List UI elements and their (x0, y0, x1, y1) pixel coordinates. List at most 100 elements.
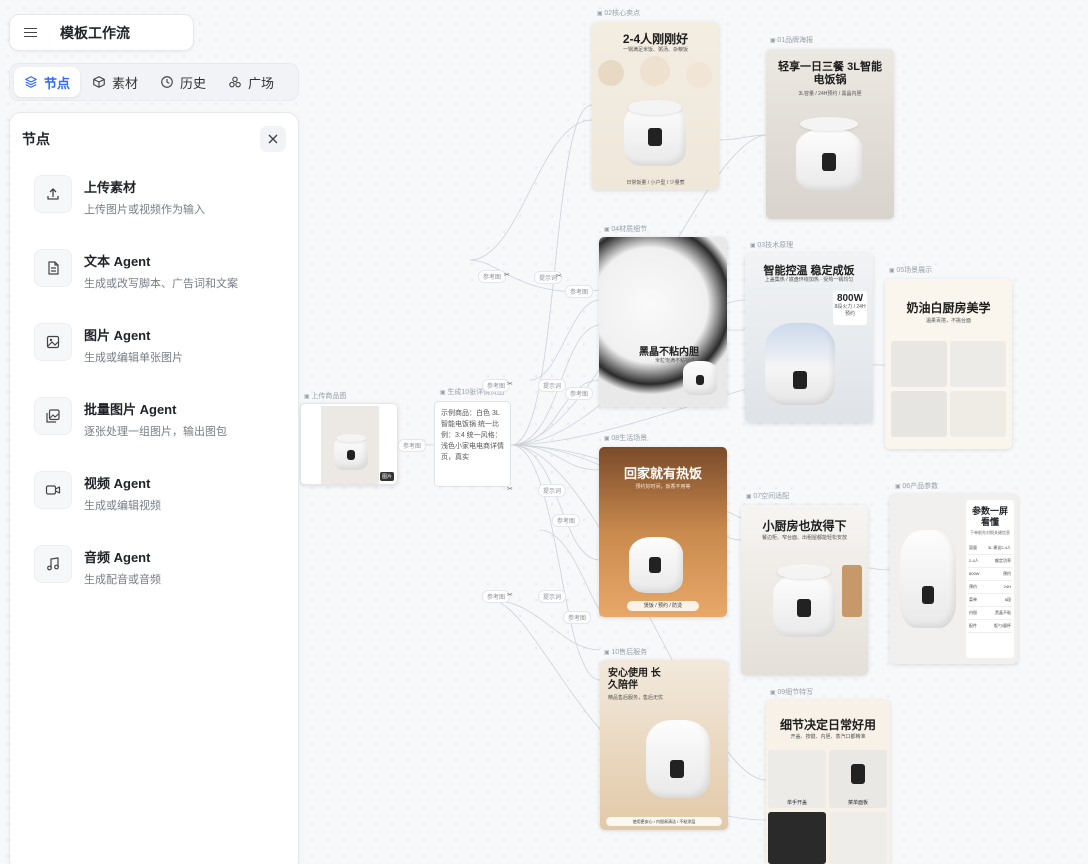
card-08-footer: 煲饭 / 预约 / 防烫 (627, 601, 699, 611)
scissor-icon[interactable]: ✂ (556, 272, 562, 280)
tab-label: 节点 (44, 75, 71, 91)
edge-chip: 参考图 (563, 611, 592, 624)
node-desc: 生成或编辑单张图片 (84, 352, 183, 364)
card-03[interactable]: 智能控温 稳定成饭 上盖集热 / 底盘环绕加热 · 受热一锅均匀 800W 8段… (745, 253, 873, 423)
images-icon (46, 409, 60, 423)
edge-chip: 提示词 (538, 484, 567, 497)
card-09-detail2: 菜单面板 (847, 800, 868, 806)
cooker-image (796, 116, 862, 191)
tab-materials[interactable]: 素材 (82, 67, 148, 97)
workflow-title: 模板工作流 (60, 24, 130, 41)
cooker-image (900, 530, 956, 628)
edge-chip: 参考图 (565, 285, 594, 298)
card-03-sub: 上盖集热 / 底盘环绕加热 · 受热一锅均匀 (764, 277, 854, 283)
card-07[interactable]: 小厨房也放得下 餐边柜、窄台面、出租屋都能轻松安放 (741, 505, 868, 675)
param-row: 配件 饭勺/量杯 (968, 620, 1012, 633)
node-title: 上传素材 (84, 180, 137, 195)
card-05-sub: 温柔百搭，不挑台面 (925, 318, 971, 324)
card-06-sub: 下单前先对照关键信息 (970, 530, 1010, 535)
card-label-01: 01品牌海报 (770, 35, 813, 45)
menu-icon[interactable] (24, 27, 38, 39)
music-icon (47, 557, 59, 571)
tab-plaza[interactable]: 广场 (218, 67, 284, 97)
card-10-footer: 使用更安心 / 内胆易清洁 / 不粘涂层 (606, 817, 722, 826)
card-label-09: 09细节特写 (770, 687, 813, 697)
card-04[interactable]: 黑晶不粘内胆 米粒饱满不粘锅底 (599, 237, 727, 407)
param-value: 24H (1003, 584, 1011, 589)
upload-node[interactable]: 图片 (300, 403, 398, 485)
card-01[interactable]: 轻享一日三餐 3L智能电饭锅 3L容量 / 24H预约 / 黑晶内胆 (766, 49, 894, 219)
node-title: 音频 Agent (84, 550, 151, 565)
cube-icon (93, 76, 105, 88)
card-05-headline: 奶油白厨房美学 (906, 301, 991, 315)
tab-label: 素材 (112, 75, 139, 91)
cooker-image (624, 100, 686, 166)
card-10[interactable]: 安心使用 长久陪伴 精品售后服务，售后无忧 使用更安心 / 内胆易清洁 / 不粘… (600, 660, 728, 830)
upload-node-label: 上传商品图 (304, 391, 346, 401)
upload-thumbnail (321, 406, 379, 484)
param-row: 容量 3L 建议2-4人 (968, 542, 1012, 555)
param-value: 黑晶不粘 (995, 610, 1011, 615)
card-07-sub: 餐边柜、窄台面、出租屋都能轻松安放 (761, 535, 847, 541)
card-09[interactable]: 细节决定日常好用 开盖、按键、内胆、蒸汽口都精准 单手开盖 菜单面板 (766, 700, 890, 864)
card-03-spec: 800W (836, 293, 864, 304)
card-09-sub: 开盖、按键、内胆、蒸汽口都精准 (790, 734, 866, 740)
image-badge: 图片 (379, 472, 394, 481)
document-icon (48, 261, 59, 275)
node-desc: 生成配音或音频 (84, 574, 161, 586)
card-02-sub: 一锅满足米饭、粥汤、杂粮饭 (622, 47, 688, 53)
tab-label: 历史 (180, 75, 207, 91)
param-key: 800W (969, 571, 980, 576)
card-02[interactable]: 2-4人刚刚好 一锅满足米饭、粥汤、杂粮饭 日常饭量 / 小户型 / 少量煮 (592, 22, 719, 190)
prompt-node[interactable]: 示例商品：白色 3L 智能电饭锅 统一比例：3:4 统一风格：浅色小家电电商详情… (434, 401, 511, 487)
node-desc: 生成或编辑视频 (84, 500, 161, 512)
node-item-batch-image-agent[interactable]: 批量图片 Agent 逐张处理一组图片，输出图包 (10, 387, 298, 461)
param-key: 内胆 (969, 610, 977, 615)
param-row: 菜单 8段 (968, 594, 1012, 607)
card-08-sub: 预约好时间，饭香不用等 (635, 484, 691, 490)
edge-chip: 参考图 (552, 514, 581, 527)
node-item-video-agent[interactable]: 视频 Agent 生成或编辑视频 (10, 461, 298, 535)
node-item-text-agent[interactable]: 文本 Agent 生成或改写脚本、广告词和文案 (10, 239, 298, 313)
node-desc: 生成或改写脚本、广告词和文案 (84, 278, 238, 290)
card-01-headline: 轻享一日三餐 3L智能电饭锅 (778, 61, 882, 86)
scissor-icon[interactable]: ✂ (504, 271, 510, 279)
node-item-image-agent[interactable]: 图片 Agent 生成或编辑单张图片 (10, 313, 298, 387)
cooker-image (334, 433, 368, 470)
panel-title: 节点 (22, 131, 50, 147)
node-item-audio-agent[interactable]: 音频 Agent 生成配音或音频 (10, 535, 298, 609)
param-row: 内胆 黑晶不粘 (968, 607, 1012, 620)
cooker-image (773, 563, 835, 637)
scissor-icon[interactable]: ✂ (507, 485, 513, 493)
card-09-detail1: 单手开盖 (786, 800, 807, 806)
card-08[interactable]: 回家就有热饭 预约好时间，饭香不用等 煲饭 / 预约 / 防烫 (599, 447, 727, 617)
close-panel-button[interactable] (260, 126, 286, 152)
card-04-headline: 黑晶不粘内胆 (639, 347, 699, 358)
card-08-headline: 回家就有热饭 (623, 466, 702, 481)
card-01-sub: 3L容量 / 24H预约 / 黑晶内胆 (798, 91, 862, 97)
tab-history[interactable]: 历史 (150, 67, 216, 97)
param-row: 2-4人 额定功率 (968, 555, 1012, 568)
param-value: 饭勺/量杯 (993, 623, 1011, 628)
video-icon (45, 485, 61, 495)
param-value: 预约 (1003, 571, 1011, 576)
node-title: 图片 Agent (84, 328, 151, 343)
cooker-image (765, 323, 835, 405)
card-label-07: 07空间适配 (746, 491, 789, 501)
cooker-image (683, 361, 717, 395)
card-05[interactable]: 奶油白厨房美学 温柔百搭，不挑台面 (885, 279, 1012, 449)
param-key: 2-4人 (969, 558, 979, 563)
card-09-headline: 细节决定日常好用 (779, 718, 876, 732)
edge-chip: 参考图 (478, 270, 507, 283)
card-label-10: 10售后服务 (604, 647, 647, 657)
scissor-icon[interactable]: ✂ (507, 591, 513, 599)
param-row: 800W 预约 (968, 568, 1012, 581)
card-06[interactable]: 参数一屏看懂 下单前先对照关键信息 容量 3L 建议2-4人 2-4人 额定功率 800… (890, 494, 1018, 664)
tab-nodes[interactable]: 节点 (14, 67, 81, 97)
scissor-icon[interactable]: ✂ (507, 380, 513, 388)
image-icon (46, 335, 60, 349)
card-03-spec2: 8段火力 / 24H预约 (834, 304, 866, 317)
cooker-image (646, 720, 710, 798)
card-label-04: 04材质细节 (604, 224, 647, 234)
node-item-upload[interactable]: 上传素材 上传图片或视频作为输入 (10, 165, 298, 239)
